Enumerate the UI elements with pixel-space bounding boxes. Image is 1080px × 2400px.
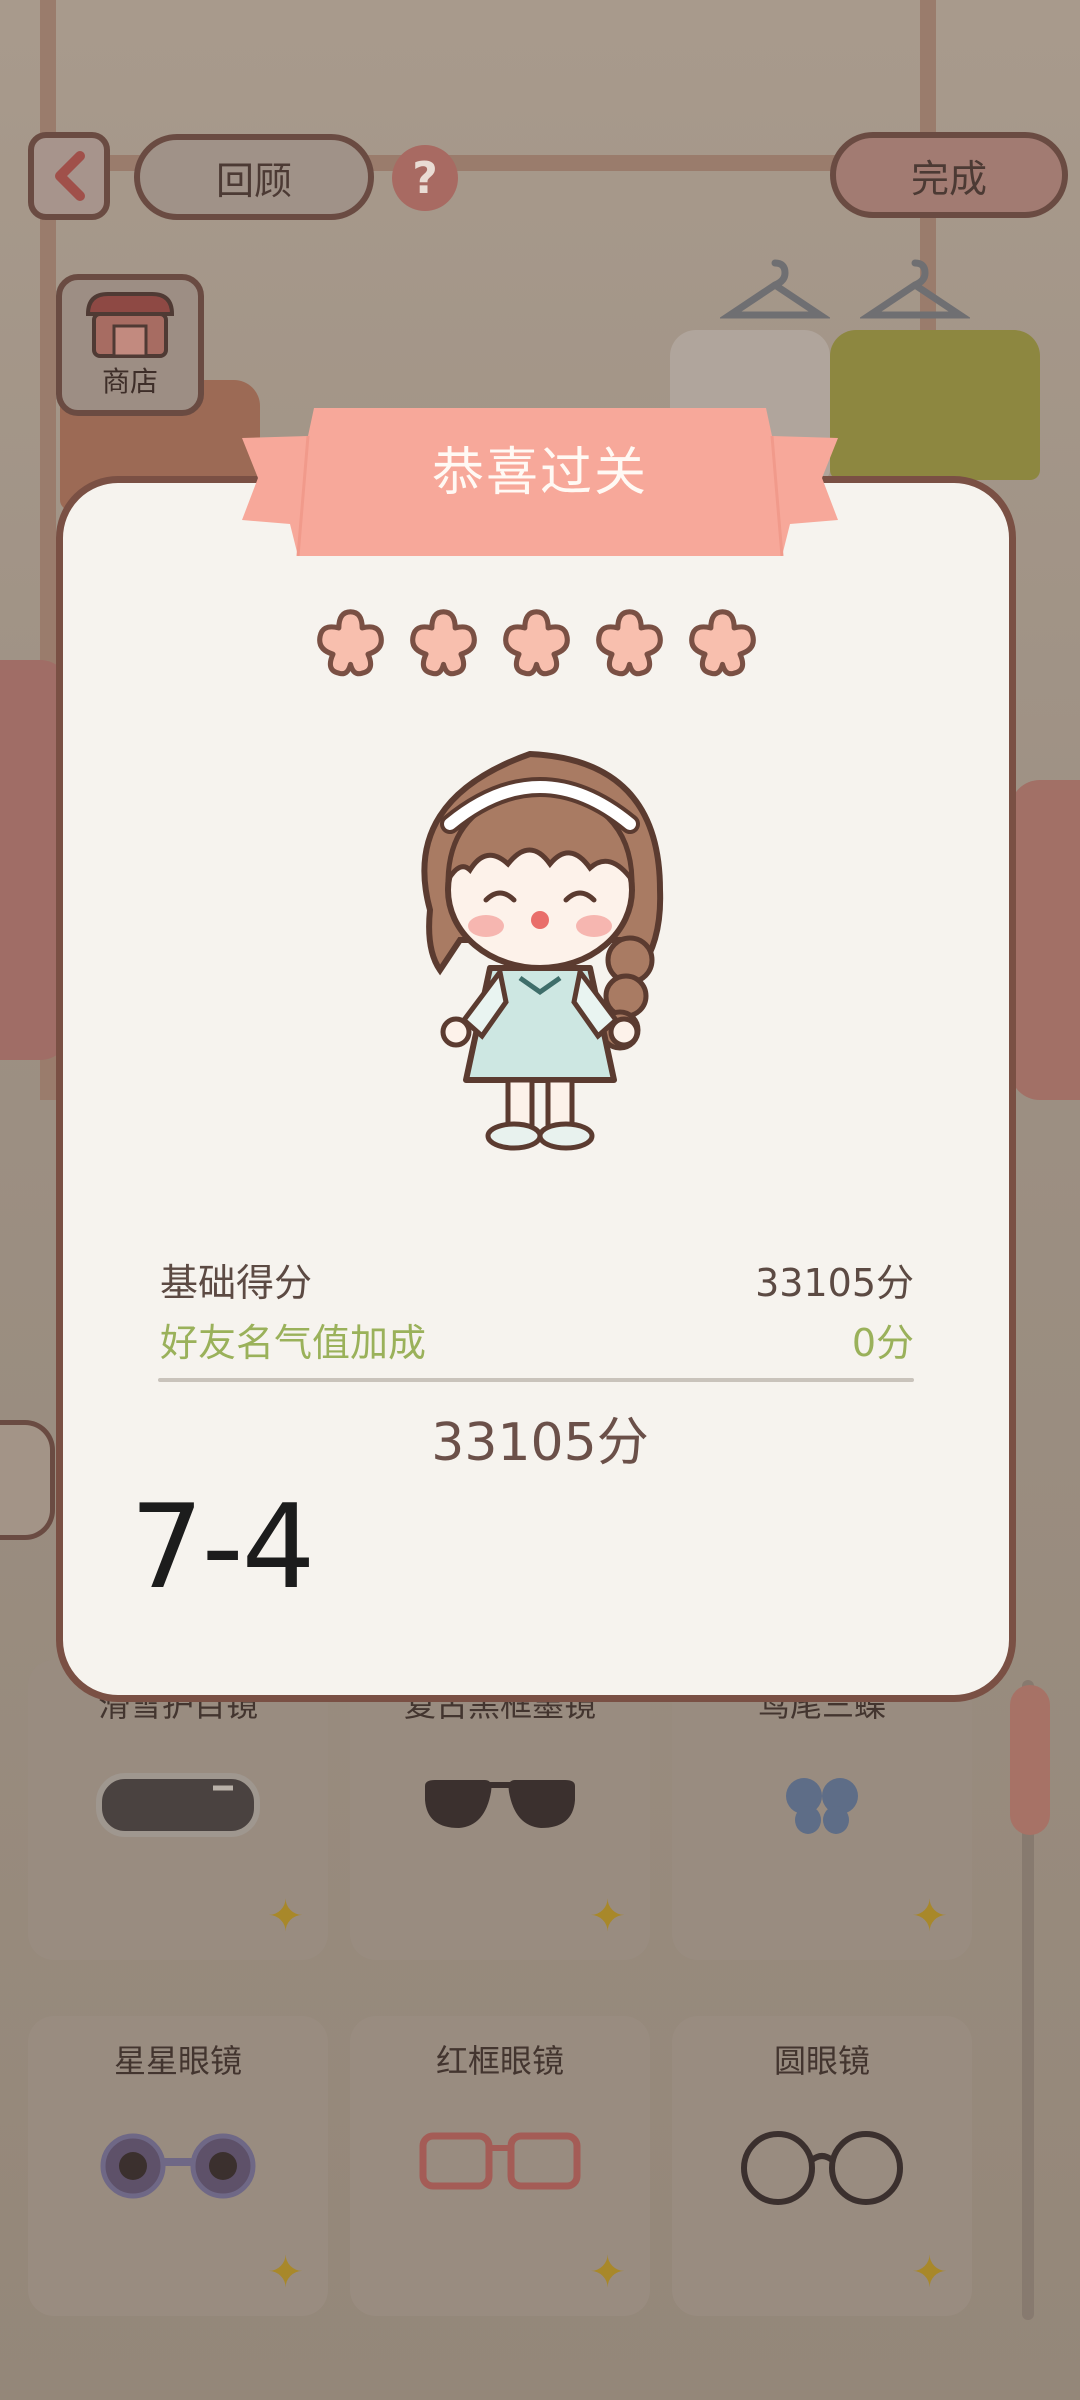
flower-star-icon xyxy=(317,609,384,677)
chevron-left-icon xyxy=(55,151,85,201)
sparkle-icon: ✦ xyxy=(267,2247,304,2298)
back-button[interactable] xyxy=(28,132,110,220)
item-card[interactable]: 复古黑框墨镜 ✦ xyxy=(350,1660,650,1960)
dialog-title: 恭喜过关 xyxy=(431,443,648,503)
base-score-value: 33105分 xyxy=(755,1261,914,1305)
item-name: 星星眼镜 xyxy=(113,2042,242,2080)
item-card[interactable]: 滑雪护目镜 ✦ xyxy=(28,1660,328,1960)
hanger-icon xyxy=(860,259,970,319)
review-label: 回顾 xyxy=(215,158,292,203)
sparkle-icon: ✦ xyxy=(911,2247,948,2298)
item-name: 圆眼镜 xyxy=(773,2042,870,2080)
bonus-value: 0分 xyxy=(851,1321,914,1365)
review-button[interactable]: 回顾 xyxy=(134,134,374,220)
bonus-score-row: 好友名气值加成 0分 xyxy=(160,1312,914,1367)
sparkle-icon: ✦ xyxy=(911,1891,948,1942)
sparkle-icon: ✦ xyxy=(267,1891,304,1942)
flower-star-icon xyxy=(410,609,477,677)
total-score: 33105分 xyxy=(431,1413,649,1473)
butterfly-icon xyxy=(786,1778,858,1834)
flower-star-icon xyxy=(503,609,570,677)
round-glasses-icon xyxy=(741,2131,903,2205)
shop-icon xyxy=(85,292,175,358)
shop-button[interactable]: 商店 xyxy=(56,274,204,416)
sparkle-icon: ✦ xyxy=(589,1891,626,1942)
level-number: 7-4 xyxy=(130,1480,315,1615)
item-name: 红框眼镜 xyxy=(435,2042,564,2080)
hanging-garment-right xyxy=(1010,780,1080,1100)
help-button[interactable]: ? xyxy=(392,145,458,211)
chibi-character xyxy=(421,750,664,1151)
item-card[interactable]: 圆眼镜 ✦ xyxy=(672,2016,972,2316)
shop-label: 商店 xyxy=(101,365,158,398)
sparkle-icon: ✦ xyxy=(589,2247,626,2298)
hanger-icon xyxy=(720,259,830,319)
item-card[interactable]: 鸢尾三蝶 ✦ xyxy=(672,1660,972,1960)
item-card[interactable]: 星星眼镜 ✦ xyxy=(28,2016,328,2316)
score-divider xyxy=(158,1378,914,1382)
scrollbar-thumb[interactable] xyxy=(1010,1685,1050,1835)
bonus-label: 好友名气值加成 xyxy=(160,1321,427,1365)
black-sunglasses-icon xyxy=(425,1780,575,1828)
star-rating xyxy=(314,606,759,679)
help-icon: ? xyxy=(412,152,438,204)
hanging-dress xyxy=(830,330,1040,480)
base-score-label: 基础得分 xyxy=(160,1261,313,1305)
flower-star-icon xyxy=(596,609,663,677)
item-card[interactable]: 红框眼镜 ✦ xyxy=(350,2016,650,2316)
done-label: 完成 xyxy=(910,156,987,201)
done-button[interactable]: 完成 xyxy=(830,132,1068,218)
ski-goggles-icon xyxy=(96,1773,260,1837)
red-frame-glasses-icon xyxy=(419,2132,581,2190)
base-score-row: 基础得分 33105分 xyxy=(160,1252,914,1307)
flower-star-icon xyxy=(689,609,756,677)
flower-glasses-icon xyxy=(100,2133,256,2199)
